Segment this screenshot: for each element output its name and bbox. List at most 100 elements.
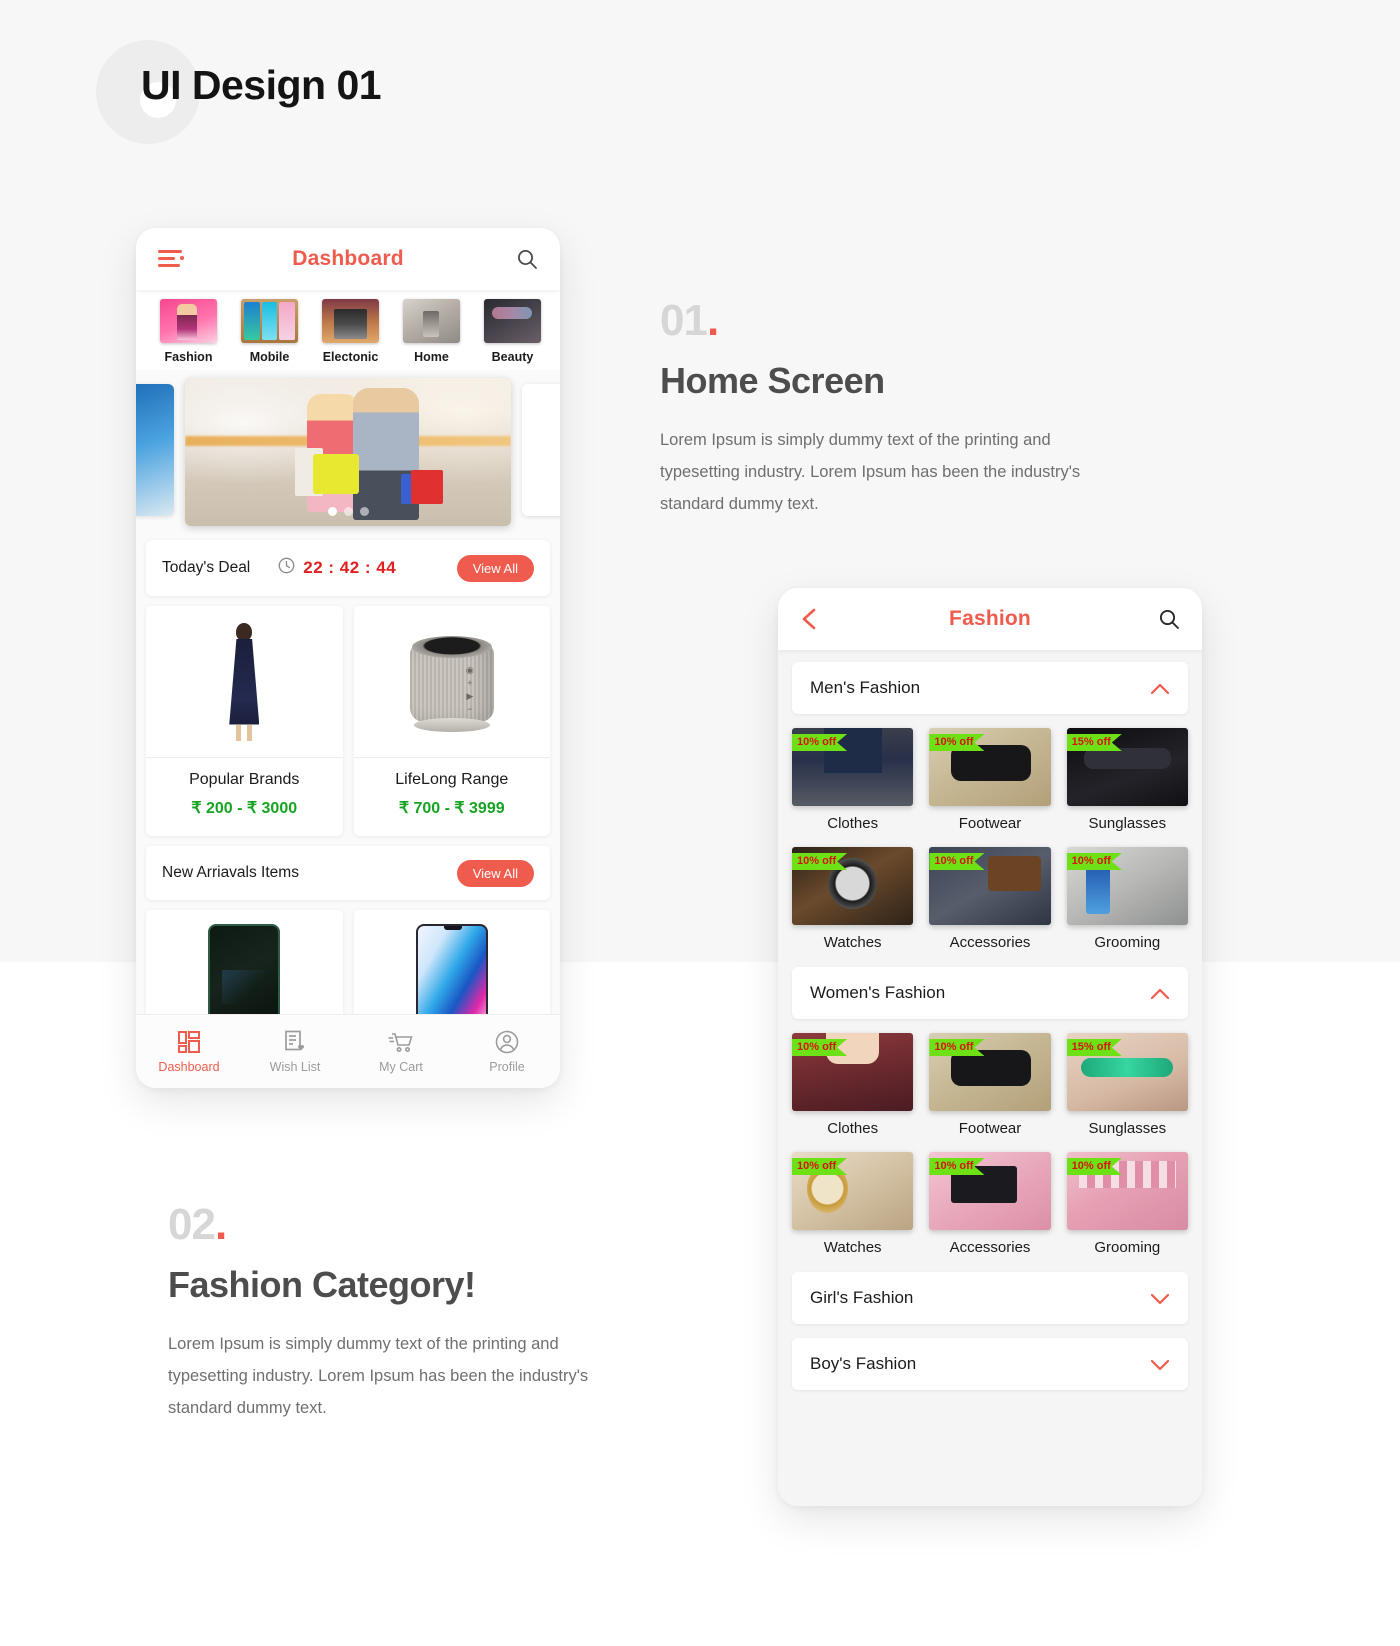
category-label: Mobile [249, 350, 290, 364]
new-arrival-card[interactable] [146, 910, 343, 1030]
annotation-number: 02. [168, 1200, 227, 1249]
new-arrivals-view-all-button[interactable]: View All [456, 859, 534, 887]
accordion-label: Men's Fashion [810, 678, 921, 697]
home-header: Dashboard [136, 228, 560, 290]
dashboard-icon [136, 1029, 242, 1055]
wishlist-icon [242, 1029, 348, 1055]
accordion-boys-fashion[interactable]: Boy's Fashion [792, 1338, 1188, 1390]
category-item-electonic[interactable]: Electonic [310, 299, 391, 364]
tile-image: 10% off [792, 847, 914, 925]
back-chevron-icon[interactable] [800, 607, 820, 631]
tile-image: 10% off [929, 1033, 1051, 1111]
tile-label: Accessories [949, 1239, 1031, 1256]
tile-clothes[interactable]: 10% off Clothes [792, 728, 914, 832]
tile-image: 15% off [1066, 728, 1188, 806]
new-arrival-card[interactable] [353, 910, 550, 1030]
nav-item-dashboard[interactable]: Dashboard [136, 1029, 242, 1074]
tile-footwear[interactable]: 10% off Footwear [929, 728, 1051, 832]
banner-slide-next[interactable] [522, 384, 560, 516]
tile-image: 10% off [1066, 1152, 1188, 1230]
home-body: Fashion Mobile Electonic Home Beauty Tod… [136, 290, 560, 1088]
accordion-girls-fashion[interactable]: Girl's Fashion [792, 1272, 1188, 1324]
tile-grooming[interactable]: 10% off Grooming [1066, 847, 1188, 951]
chevron-down-icon[interactable] [1150, 1358, 1170, 1371]
tile-label: Footwear [958, 1120, 1022, 1137]
search-icon[interactable] [1158, 608, 1180, 630]
accordion-label: Girl's Fashion [810, 1288, 914, 1307]
phone-mockup-home: Dashboard Fashion Mobile Electonic Home … [136, 228, 560, 1088]
tile-sunglasses[interactable]: 15% off Sunglasses [1066, 728, 1188, 832]
page-title: UI Design 01 [141, 62, 382, 108]
tile-label: Clothes [827, 815, 879, 832]
mens-fashion-grid: 10% off Clothes 10% off Footwear 15% off… [792, 728, 1188, 951]
countdown-timer: 22 : 42 : 44 [303, 558, 397, 577]
phone-mockup-category: Fashion Men's Fashion 10% off Clothes 10… [778, 588, 1202, 1506]
category-item-fashion[interactable]: Fashion [148, 299, 229, 364]
nav-item-wish-list[interactable]: Wish List [242, 1029, 348, 1074]
home-thumb-icon [403, 299, 460, 343]
annotation-number: 01. [660, 296, 719, 345]
accordion-label: Women's Fashion [810, 983, 946, 1002]
tile-label: Grooming [1094, 934, 1161, 951]
home-header-title: Dashboard [292, 247, 404, 270]
category-item-beauty[interactable]: Beauty [472, 299, 553, 364]
product-card[interactable]: Popular Brands ₹ 200 - ₹ 3000 [146, 606, 343, 836]
tile-watches[interactable]: 10% off Watches [792, 1152, 914, 1256]
womens-fashion-grid: 10% off Clothes 10% off Footwear 15% off… [792, 1033, 1188, 1256]
carousel-dots[interactable] [185, 507, 511, 516]
annotation-heading: Fashion Category! [168, 1264, 476, 1305]
category-label: Home [414, 350, 449, 364]
product-price: ₹ 200 - ₹ 3000 [191, 800, 298, 817]
tile-accessories[interactable]: 10% off Accessories [929, 847, 1051, 951]
discount-badge: 10% off [792, 734, 848, 751]
chevron-up-icon[interactable] [1150, 987, 1170, 1000]
discount-badge: 10% off [929, 1039, 985, 1056]
tile-footwear[interactable]: 10% off Footwear [929, 1033, 1051, 1137]
electronic-thumb-icon [322, 299, 379, 343]
category-strip[interactable]: Fashion Mobile Electonic Home Beauty [136, 290, 560, 370]
banner-slide-previous[interactable] [136, 384, 174, 516]
profile-icon [454, 1029, 560, 1055]
chevron-up-icon[interactable] [1150, 682, 1170, 695]
deal-products-grid: Popular Brands ₹ 200 - ₹ 3000 ◉ + ▶ − LifeL… [136, 596, 560, 836]
category-header-title: Fashion [949, 607, 1031, 630]
chevron-down-icon[interactable] [1150, 1292, 1170, 1305]
tile-image: 10% off [929, 847, 1051, 925]
banner-slide-current[interactable] [185, 378, 511, 526]
annotation-block-02: 02. Fashion Category! Lorem Ipsum is sim… [168, 1200, 638, 1424]
nav-item-profile[interactable]: Profile [454, 1029, 560, 1074]
search-icon[interactable] [516, 248, 538, 270]
deal-countdown: 22 : 42 : 44 [278, 557, 396, 579]
tile-sunglasses[interactable]: 15% off Sunglasses [1066, 1033, 1188, 1137]
deal-view-all-button[interactable]: View All [456, 554, 534, 582]
accordion-label: Boy's Fashion [810, 1354, 917, 1373]
tile-clothes[interactable]: 10% off Clothes [792, 1033, 914, 1137]
tile-grooming[interactable]: 10% off Grooming [1066, 1152, 1188, 1256]
product-card[interactable]: ◉ + ▶ − LifeLong Range ₹ 700 - ₹ 3999 [353, 606, 550, 836]
category-item-home[interactable]: Home [391, 299, 472, 364]
tile-label: Watches [823, 934, 882, 951]
nav-label: Profile [489, 1060, 525, 1074]
tile-image: 10% off [929, 728, 1051, 806]
tile-image: 10% off [792, 1152, 914, 1230]
nav-label: Dashboard [158, 1060, 220, 1074]
banner-carousel[interactable] [136, 372, 560, 530]
discount-badge: 10% off [792, 1039, 848, 1056]
masthead: UI Design 01 [96, 40, 696, 150]
hamburger-icon[interactable] [158, 250, 184, 268]
discount-badge: 15% off [1066, 1039, 1122, 1056]
accordion-mens-fashion[interactable]: Men's Fashion [792, 662, 1188, 714]
tile-watches[interactable]: 10% off Watches [792, 847, 914, 951]
category-label: Beauty [491, 350, 534, 364]
category-item-mobile[interactable]: Mobile [229, 299, 310, 364]
discount-badge: 10% off [929, 1158, 985, 1175]
tile-accessories[interactable]: 10% off Accessories [929, 1152, 1051, 1256]
nav-item-my-cart[interactable]: My Cart [348, 1029, 454, 1074]
accordion-womens-fashion[interactable]: Women's Fashion [792, 967, 1188, 1019]
category-body: Men's Fashion 10% off Clothes 10% off Fo… [778, 650, 1202, 1506]
annotation-heading: Home Screen [660, 360, 885, 401]
tile-label: Accessories [949, 934, 1031, 951]
discount-badge: 10% off [792, 853, 848, 870]
nav-label: My Cart [379, 1060, 423, 1074]
todays-deal-bar: Today's Deal 22 : 42 : 44 View All [146, 540, 550, 596]
